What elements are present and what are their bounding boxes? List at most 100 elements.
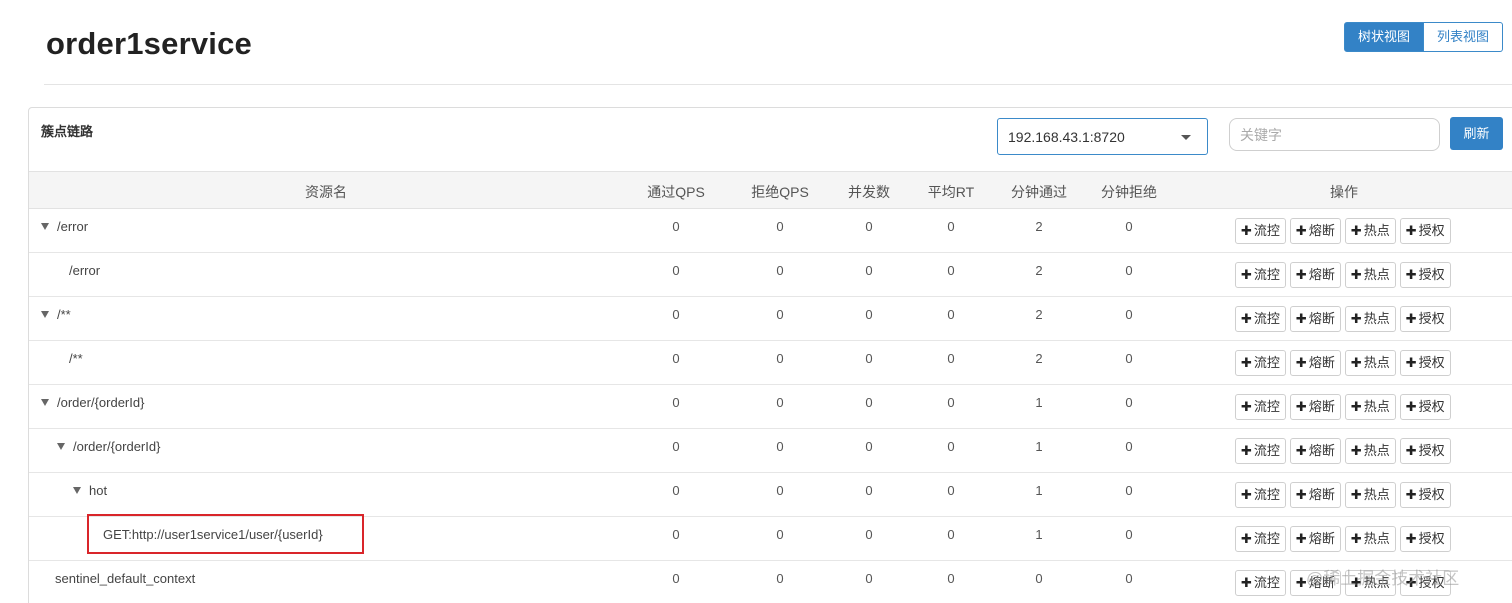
plus-icon: ✚ — [1295, 311, 1307, 326]
action-label: 熔断 — [1308, 223, 1335, 238]
resource-name-text: /error — [69, 263, 101, 278]
action-label: 流控 — [1253, 531, 1280, 546]
expand-toggle-icon[interactable] — [41, 311, 49, 319]
minute-pass-cell: 2 — [1035, 263, 1043, 278]
action-label: 流控 — [1253, 223, 1280, 238]
threads-cell: 0 — [865, 395, 873, 410]
plus-icon: ✚ — [1241, 575, 1252, 590]
plus-icon: ✚ — [1241, 443, 1252, 458]
view-toggle: 树状视图 列表视图 — [1344, 22, 1504, 52]
action-label: 热点 — [1363, 443, 1390, 458]
minute-block-cell: 0 — [1125, 219, 1133, 234]
hotspot-rule-button[interactable]: ✚ 热点 — [1344, 482, 1396, 508]
authority-rule-button[interactable]: ✚ 授权 — [1399, 218, 1451, 244]
authority-rule-button[interactable]: ✚ 授权 — [1399, 526, 1451, 552]
avg-rt-cell: 0 — [947, 263, 955, 278]
minute-block-cell: 0 — [1125, 527, 1133, 542]
degrade-rule-button[interactable]: ✚ 熔断 — [1289, 262, 1341, 288]
row-actions: ✚ 流控 ✚ 熔断 ✚ 热点 ✚ 授权 — [1235, 438, 1451, 464]
minute-block-cell: 0 — [1125, 439, 1133, 454]
authority-rule-button[interactable]: ✚ 授权 — [1399, 350, 1451, 376]
flow-rule-button[interactable]: ✚ 流控 — [1235, 570, 1286, 596]
hotspot-rule-button[interactable]: ✚ 热点 — [1344, 394, 1396, 420]
expand-toggle-icon[interactable] — [41, 399, 49, 407]
hotspot-rule-button[interactable]: ✚ 热点 — [1344, 526, 1396, 552]
refresh-button[interactable]: 刷新 — [1450, 117, 1503, 150]
action-label: 热点 — [1363, 355, 1390, 370]
authority-rule-button[interactable]: ✚ 授权 — [1399, 482, 1451, 508]
authority-rule-button[interactable]: ✚ 授权 — [1399, 438, 1451, 464]
action-label: 授权 — [1418, 223, 1445, 238]
degrade-rule-button[interactable]: ✚ 熔断 — [1289, 482, 1341, 508]
degrade-rule-button[interactable]: ✚ 熔断 — [1289, 526, 1341, 552]
degrade-rule-button[interactable]: ✚ 熔断 — [1289, 438, 1341, 464]
plus-icon: ✚ — [1295, 443, 1307, 458]
action-label: 流控 — [1253, 487, 1280, 502]
plus-icon: ✚ — [1350, 267, 1362, 282]
action-label: 热点 — [1363, 531, 1390, 546]
action-label: 热点 — [1363, 267, 1390, 282]
action-label: 流控 — [1253, 443, 1280, 458]
avg-rt-cell: 0 — [947, 439, 955, 454]
expand-toggle-icon[interactable] — [73, 487, 81, 495]
column-actions: 操作 — [1330, 184, 1358, 200]
avg-rt-cell: 0 — [947, 483, 955, 498]
resource-name-text: /order/{orderId} — [73, 439, 161, 454]
flow-rule-button[interactable]: ✚ 流控 — [1235, 438, 1286, 464]
threads-cell: 0 — [865, 307, 873, 322]
degrade-rule-button[interactable]: ✚ 熔断 — [1289, 306, 1341, 332]
authority-rule-button[interactable]: ✚ 授权 — [1399, 394, 1451, 420]
plus-icon: ✚ — [1405, 443, 1417, 458]
degrade-rule-button[interactable]: ✚ 熔断 — [1289, 394, 1341, 420]
machine-select[interactable]: 192.168.43.1:8720 — [997, 118, 1208, 155]
threads-cell: 0 — [865, 527, 873, 542]
degrade-rule-button[interactable]: ✚ 熔断 — [1289, 218, 1341, 244]
watermark: @稀土掘金技术社区 — [1306, 569, 1460, 588]
flow-rule-button[interactable]: ✚ 流控 — [1235, 350, 1286, 376]
flow-rule-button[interactable]: ✚ 流控 — [1235, 262, 1286, 288]
minute-pass-cell: 1 — [1035, 395, 1043, 410]
action-label: 授权 — [1418, 487, 1445, 502]
avg-rt-cell: 0 — [947, 351, 955, 366]
column-pass-qps: 通过QPS — [647, 184, 705, 200]
action-label: 熔断 — [1308, 531, 1335, 546]
action-label: 流控 — [1253, 575, 1280, 590]
action-label: 授权 — [1418, 531, 1445, 546]
pass-qps-cell: 0 — [672, 219, 680, 234]
pass-qps-cell: 0 — [672, 351, 680, 366]
action-label: 熔断 — [1308, 355, 1335, 370]
hotspot-rule-button[interactable]: ✚ 热点 — [1344, 218, 1396, 244]
resource-name: /error — [69, 263, 100, 278]
plus-icon: ✚ — [1295, 531, 1307, 546]
plus-icon: ✚ — [1405, 399, 1417, 414]
authority-rule-button[interactable]: ✚ 授权 — [1399, 262, 1451, 288]
flow-rule-button[interactable]: ✚ 流控 — [1235, 218, 1286, 244]
flow-rule-button[interactable]: ✚ 流控 — [1235, 394, 1286, 420]
flow-rule-button[interactable]: ✚ 流控 — [1235, 482, 1286, 508]
table-row: /error 0 0 0 0 2 0 ✚ 流控 ✚ 熔断 ✚ 热点 ✚ 授权 — [29, 209, 1512, 253]
minute-block-cell: 0 — [1125, 351, 1133, 366]
keyword-search-input[interactable] — [1229, 118, 1440, 151]
plus-icon: ✚ — [1405, 355, 1417, 370]
list-view-button[interactable]: 列表视图 — [1424, 22, 1504, 52]
block-qps-cell: 0 — [776, 527, 784, 542]
expand-toggle-icon[interactable] — [57, 443, 65, 451]
table-header: 资源名 通过QPS 拒绝QPS 并发数 平均RT 分钟通过 分钟拒绝 操作 — [29, 171, 1512, 209]
table-row: /** 0 0 0 0 2 0 ✚ 流控 ✚ 熔断 ✚ 热点 ✚ 授权 — [29, 297, 1512, 341]
plus-icon: ✚ — [1350, 531, 1362, 546]
hotspot-rule-button[interactable]: ✚ 热点 — [1344, 438, 1396, 464]
hotspot-rule-button[interactable]: ✚ 热点 — [1344, 350, 1396, 376]
hotspot-rule-button[interactable]: ✚ 热点 — [1344, 262, 1396, 288]
panel-title: 簇点链路 — [41, 124, 94, 139]
expand-toggle-icon[interactable] — [41, 223, 49, 231]
avg-rt-cell: 0 — [947, 571, 955, 586]
plus-icon: ✚ — [1295, 223, 1307, 238]
authority-rule-button[interactable]: ✚ 授权 — [1399, 306, 1451, 332]
resource-name: /error — [41, 219, 88, 234]
flow-rule-button[interactable]: ✚ 流控 — [1235, 306, 1286, 332]
degrade-rule-button[interactable]: ✚ 熔断 — [1289, 350, 1341, 376]
flow-rule-button[interactable]: ✚ 流控 — [1235, 526, 1286, 552]
hotspot-rule-button[interactable]: ✚ 热点 — [1344, 306, 1396, 332]
tree-view-button[interactable]: 树状视图 — [1344, 22, 1425, 52]
avg-rt-cell: 0 — [947, 219, 955, 234]
